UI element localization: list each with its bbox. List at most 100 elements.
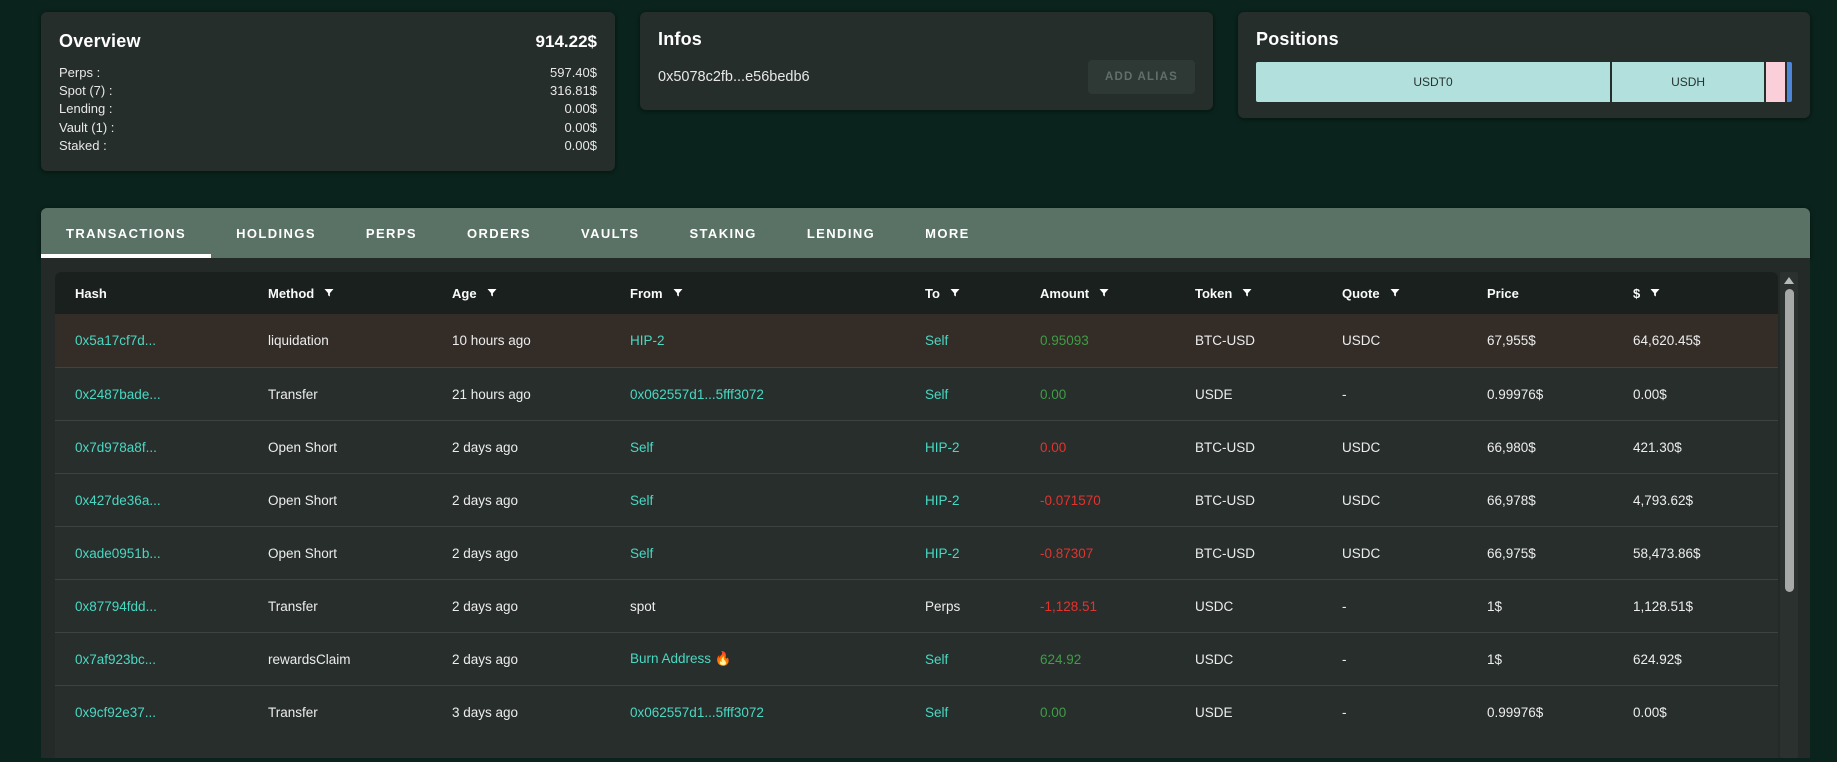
- stat-value: 597.40$: [550, 64, 597, 82]
- quote-cell: USDC: [1342, 440, 1487, 455]
- from-cell[interactable]: Self: [630, 440, 925, 455]
- from-cell[interactable]: Self: [630, 493, 925, 508]
- filter-icon[interactable]: [949, 287, 961, 299]
- method-cell: Open Short: [268, 440, 452, 455]
- table-row: 0xade0951b... Open Short 2 days ago Self…: [55, 526, 1778, 579]
- filter-icon[interactable]: [1241, 287, 1253, 299]
- quote-cell: USDC: [1342, 493, 1487, 508]
- age-cell: 2 days ago: [452, 493, 630, 508]
- positions-bar-segment[interactable]: [1787, 62, 1792, 102]
- tab-staking[interactable]: STAKING: [664, 208, 781, 258]
- infos-title: Infos: [658, 26, 1195, 52]
- from-cell[interactable]: 0x062557d1...5fff3072: [630, 705, 925, 720]
- quote-cell: USDC: [1342, 333, 1487, 348]
- from-cell[interactable]: 0x062557d1...5fff3072: [630, 387, 925, 402]
- filter-icon[interactable]: [486, 287, 498, 299]
- column-header: Amount: [1040, 286, 1195, 301]
- filter-icon[interactable]: [323, 287, 335, 299]
- table-row: 0x7d978a8f... Open Short 2 days ago Self…: [55, 420, 1778, 473]
- filter-icon[interactable]: [1649, 287, 1661, 299]
- amount-cell: 0.00: [1040, 440, 1195, 455]
- add-alias-button[interactable]: ADD ALIAS: [1088, 60, 1195, 94]
- overview-total-value: 914.22$: [536, 32, 597, 52]
- tx-hash-link[interactable]: 0x9cf92e37...: [75, 705, 268, 720]
- table-row: 0x9cf92e37... Transfer 3 days ago 0x0625…: [55, 685, 1778, 738]
- from-cell[interactable]: Burn Address 🔥: [630, 651, 925, 667]
- tab-lending[interactable]: LENDING: [782, 208, 900, 258]
- filter-icon[interactable]: [1098, 287, 1110, 299]
- tx-hash-link[interactable]: 0x5a17cf7d...: [75, 333, 268, 348]
- transactions-panel: Hash Method Age From To Amount Token Quo…: [41, 258, 1810, 758]
- tx-hash-link[interactable]: 0x427de36a...: [75, 493, 268, 508]
- tab-vaults[interactable]: VAULTS: [556, 208, 664, 258]
- positions-card: Positions USDT0 USDH: [1238, 12, 1810, 118]
- to-cell[interactable]: Self: [925, 333, 1040, 348]
- positions-bar-segment[interactable]: USDH: [1612, 62, 1764, 102]
- tab-perps[interactable]: PERPS: [341, 208, 442, 258]
- stat-label: Spot (7) :: [59, 82, 112, 100]
- price-cell: 1$: [1487, 599, 1633, 614]
- column-label: Price: [1487, 286, 1519, 301]
- column-header: $: [1633, 286, 1778, 301]
- column-header: Quote: [1342, 286, 1487, 301]
- overview-stat-row: Lending : 0.00$: [59, 100, 597, 118]
- filter-icon[interactable]: [672, 287, 684, 299]
- column-label: From: [630, 286, 663, 301]
- age-cell: 21 hours ago: [452, 387, 630, 402]
- amount-cell: -0.071570: [1040, 493, 1195, 508]
- usd-cell: 64,620.45$: [1633, 333, 1778, 348]
- price-cell: 67,955$: [1487, 333, 1633, 348]
- segment-label: USDH: [1671, 75, 1705, 89]
- to-cell[interactable]: HIP-2: [925, 493, 1040, 508]
- overview-stat-row: Staked : 0.00$: [59, 137, 597, 155]
- scroll-up-icon[interactable]: [1784, 277, 1794, 284]
- age-cell: 2 days ago: [452, 652, 630, 667]
- method-cell: Transfer: [268, 599, 452, 614]
- filter-icon[interactable]: [1389, 287, 1401, 299]
- tab-holdings[interactable]: HOLDINGS: [211, 208, 341, 258]
- age-cell: 10 hours ago: [452, 333, 630, 348]
- from-cell: spot: [630, 599, 925, 614]
- tx-hash-link[interactable]: 0xade0951b...: [75, 546, 268, 561]
- tab-more[interactable]: MORE: [900, 208, 995, 258]
- column-label: Age: [452, 286, 477, 301]
- price-cell: 1$: [1487, 652, 1633, 667]
- positions-bar-segment[interactable]: USDT0: [1256, 62, 1610, 102]
- stat-value: 0.00$: [564, 137, 597, 155]
- positions-bar: USDT0 USDH: [1256, 62, 1792, 102]
- top-cards-row: Overview 914.22$ Perps : 597.40$ Spot (7…: [0, 0, 1837, 208]
- from-cell[interactable]: HIP-2: [630, 333, 925, 348]
- method-cell: Open Short: [268, 546, 452, 561]
- infos-row: 0x5078c2fb...e56bedb6 ADD ALIAS: [658, 60, 1195, 94]
- overview-stats: Perps : 597.40$ Spot (7) : 316.81$ Lendi…: [59, 64, 597, 155]
- overview-stat-row: Vault (1) : 0.00$: [59, 119, 597, 137]
- token-cell: BTC-USD: [1195, 333, 1342, 348]
- tab-transactions[interactable]: TRANSACTIONS: [41, 208, 211, 258]
- to-cell[interactable]: HIP-2: [925, 546, 1040, 561]
- column-label: Quote: [1342, 286, 1380, 301]
- column-header: To: [925, 286, 1040, 301]
- column-header: Price: [1487, 286, 1633, 301]
- to-cell[interactable]: HIP-2: [925, 440, 1040, 455]
- column-header: Token: [1195, 286, 1342, 301]
- positions-bar-segment[interactable]: [1766, 62, 1785, 102]
- quote-cell: -: [1342, 705, 1487, 720]
- tx-hash-link[interactable]: 0x7d978a8f...: [75, 440, 268, 455]
- token-cell: USDE: [1195, 705, 1342, 720]
- to-cell[interactable]: Self: [925, 652, 1040, 667]
- usd-cell: 58,473.86$: [1633, 546, 1778, 561]
- overview-header: Overview 914.22$: [59, 28, 597, 54]
- from-cell[interactable]: Self: [630, 546, 925, 561]
- vertical-scrollbar[interactable]: [1780, 272, 1798, 758]
- tab-orders[interactable]: ORDERS: [442, 208, 556, 258]
- stat-label: Lending :: [59, 100, 113, 118]
- to-cell[interactable]: Self: [925, 387, 1040, 402]
- scrollbar-thumb[interactable]: [1785, 289, 1794, 592]
- overview-stat-row: Spot (7) : 316.81$: [59, 82, 597, 100]
- tx-hash-link[interactable]: 0x7af923bc...: [75, 652, 268, 667]
- stat-value: 316.81$: [550, 82, 597, 100]
- tx-hash-link[interactable]: 0x2487bade...: [75, 387, 268, 402]
- stat-label: Perps :: [59, 64, 100, 82]
- tx-hash-link[interactable]: 0x87794fdd...: [75, 599, 268, 614]
- to-cell[interactable]: Self: [925, 705, 1040, 720]
